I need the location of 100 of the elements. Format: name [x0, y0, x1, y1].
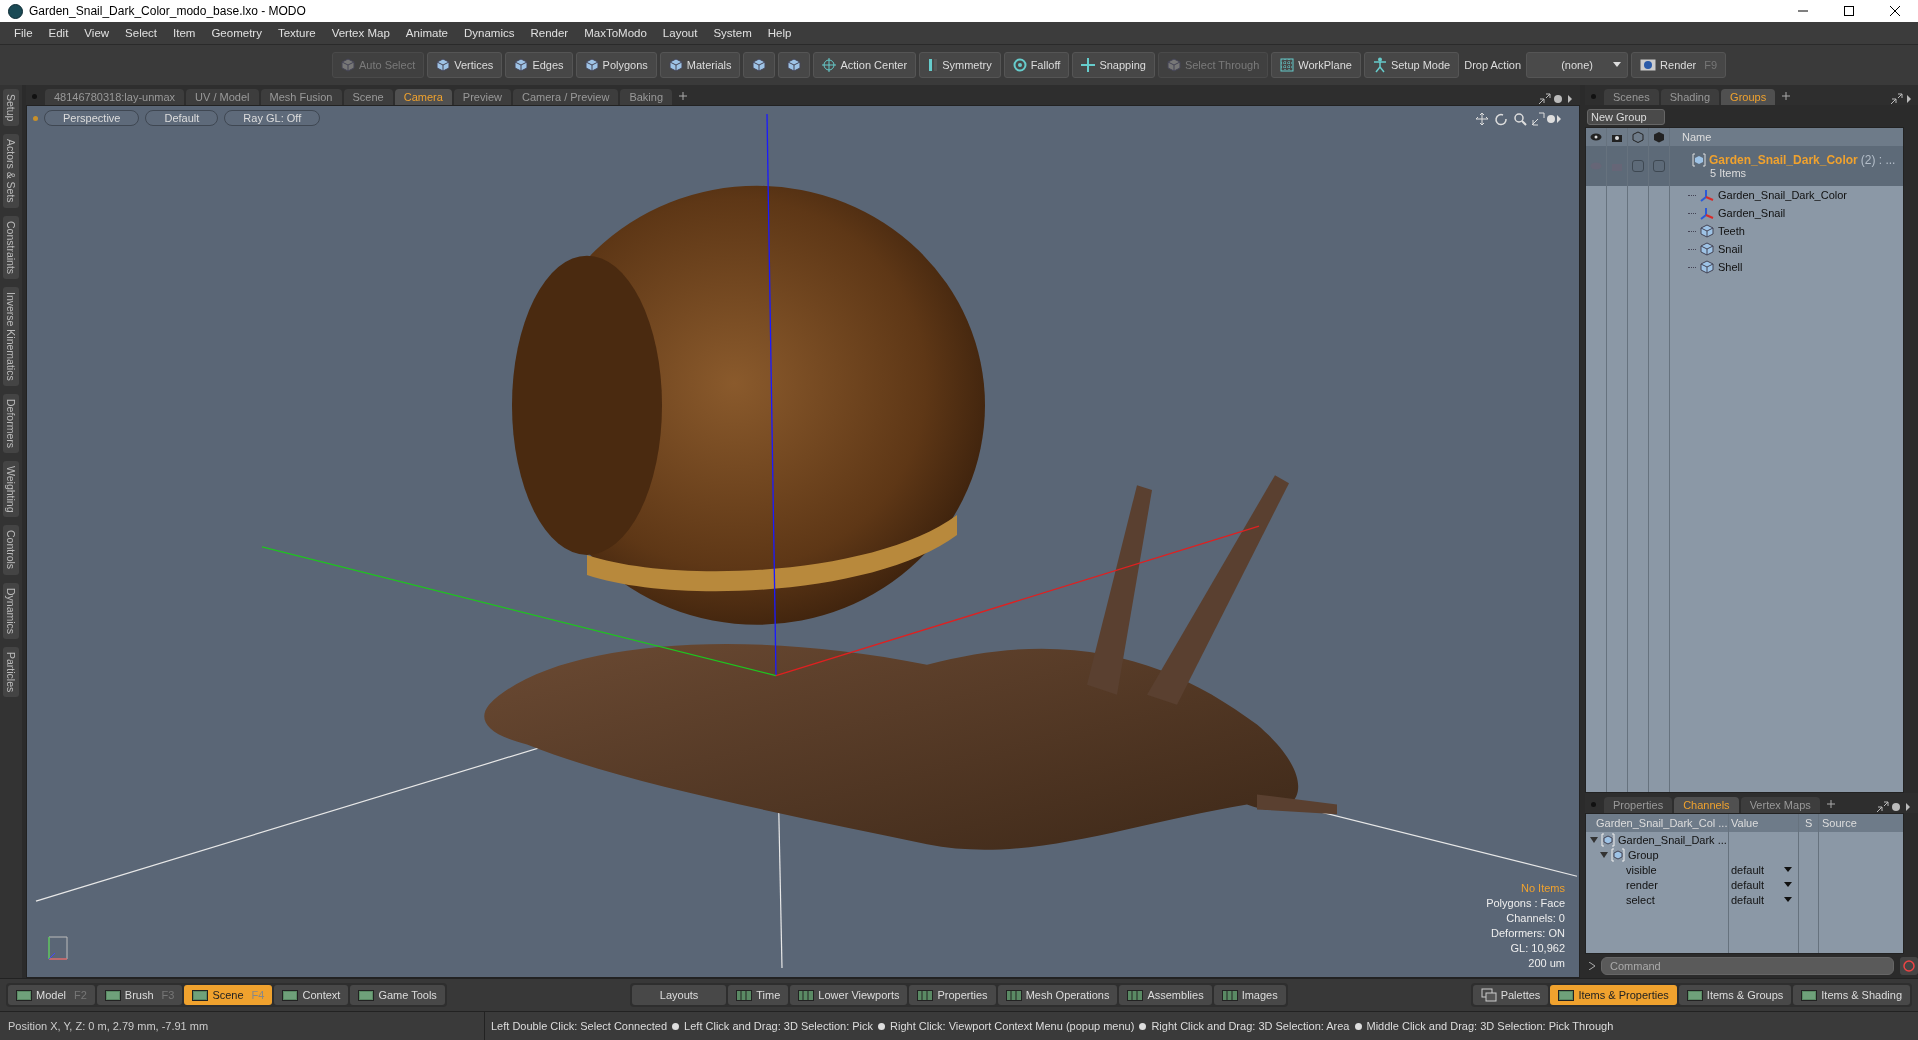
column-header[interactable]: Value	[1728, 814, 1798, 832]
side-tab[interactable]: Deformers	[3, 393, 19, 453]
panel-tab[interactable]: Shading	[1660, 89, 1720, 105]
side-tab[interactable]: Dynamics	[3, 582, 19, 639]
viewport-tab[interactable]: Camera / Preview	[512, 89, 619, 105]
viewport-tab[interactable]: Camera	[394, 89, 452, 105]
add-tab-icon[interactable]	[1825, 799, 1836, 809]
command-field[interactable]: Command	[1601, 957, 1894, 975]
layout-button[interactable]: Items & Properties	[1550, 985, 1677, 1005]
toolbar-button[interactable]: Setup Mode	[1363, 52, 1460, 78]
toolbar-button[interactable]: Falloff	[1003, 52, 1070, 78]
side-tab[interactable]: Controls	[3, 525, 19, 575]
column-header[interactable]: Source	[1818, 814, 1903, 832]
record-button[interactable]	[1900, 957, 1918, 975]
layout-button[interactable]: Items & Groups	[1678, 985, 1792, 1005]
viewport-tab[interactable]: UV / Model	[186, 89, 259, 105]
toolbar-button[interactable]: Symmetry	[919, 52, 1001, 78]
viewport-tab[interactable]: Baking	[620, 89, 672, 105]
menu-item[interactable]: Item	[165, 27, 204, 39]
channel-item-name[interactable]: Garden_Snail_Dark ...	[1618, 833, 1727, 846]
close-icon[interactable]	[1889, 5, 1901, 17]
panel-tab[interactable]: Properties	[1604, 797, 1673, 813]
viewport-tab[interactable]: Scene	[343, 89, 393, 105]
layout-button[interactable]: Properties	[909, 985, 996, 1005]
viewport-tab[interactable]: 48146780318:lay-unmax	[45, 89, 185, 105]
layout-button[interactable]: Layouts	[631, 985, 727, 1005]
panel-tab[interactable]: Groups	[1721, 89, 1776, 105]
side-tab[interactable]: Particles	[3, 646, 19, 697]
menu-item[interactable]: Help	[759, 27, 800, 39]
channel-item-name[interactable]: Group	[1628, 848, 1659, 861]
item-name[interactable]: Teeth	[1718, 225, 1745, 237]
viewport[interactable]: Perspective Default Ray GL: Off No Items Polygons : Face Channels: 0 Deformers: ON GL: 10,962 200 um	[26, 105, 1580, 978]
layout-button[interactable]: Scene F4	[184, 985, 273, 1005]
menu-item[interactable]: Vertex Map	[323, 27, 398, 39]
side-tab[interactable]: Inverse Kinematics	[3, 287, 19, 386]
side-tab[interactable]: Constraints	[3, 216, 19, 280]
item-name[interactable]: Snail	[1718, 243, 1743, 255]
menu-item[interactable]: Layout	[654, 27, 706, 39]
panel-icon	[1127, 989, 1144, 1001]
menu-item[interactable]: Geometry	[203, 27, 270, 39]
menu-item[interactable]: Texture	[269, 27, 324, 39]
add-tab-icon[interactable]	[1781, 91, 1792, 101]
new-group-button[interactable]: New Group	[1587, 109, 1665, 125]
layout-button[interactable]: Context	[274, 985, 349, 1005]
panel-tab[interactable]: Channels	[1674, 797, 1739, 813]
layout-button[interactable]: Images	[1213, 985, 1286, 1005]
side-tab[interactable]: Weighting	[3, 460, 19, 518]
layout-button[interactable]: Lower Viewports	[790, 985, 908, 1005]
panel-controls-icon[interactable]	[1876, 801, 1912, 813]
toolbar-button[interactable]: Polygons	[575, 52, 657, 78]
layout-button[interactable]: Game Tools	[350, 985, 445, 1005]
menu-item[interactable]: Edit	[40, 27, 77, 39]
panel-icon	[104, 989, 121, 1001]
menu-item[interactable]: Animate	[397, 27, 456, 39]
drop-action-dropdown[interactable]: (none)	[1526, 52, 1629, 78]
menu-item[interactable]: System	[705, 27, 760, 39]
viewport-option-button[interactable]: Default	[145, 110, 219, 126]
column-header[interactable]: S	[1798, 814, 1818, 832]
viewport-tab[interactable]: Preview	[453, 89, 511, 105]
panel-controls-icon[interactable]	[1538, 93, 1574, 105]
menu-item[interactable]: Select	[117, 27, 166, 39]
layout-button[interactable]: Palettes	[1472, 985, 1549, 1005]
navigation-controls-icon[interactable]	[1475, 112, 1561, 126]
channel-value-dropdown[interactable]: default	[1728, 862, 1798, 877]
side-tab[interactable]: Setup	[3, 89, 19, 127]
menu-item[interactable]: File	[6, 27, 41, 39]
name-column-header[interactable]: Name	[1670, 131, 1712, 143]
dot-icon	[1591, 802, 1596, 807]
viewport-option-button[interactable]: Ray GL: Off	[224, 110, 321, 126]
layout-button[interactable]: Items & Shading	[1793, 985, 1910, 1005]
toolbar-button[interactable]: Vertices	[427, 52, 503, 78]
item-name[interactable]: Garden_Snail	[1718, 207, 1786, 219]
column-header[interactable]: Garden_Snail_Dark_Col ...	[1586, 817, 1728, 829]
item-name[interactable]: Shell	[1718, 261, 1743, 273]
menu-item[interactable]: MaxToModo	[576, 27, 655, 39]
toolbar-button[interactable]: Materials	[659, 52, 741, 78]
panel-tab[interactable]: Scenes	[1604, 89, 1659, 105]
toolbar-button[interactable]: Edges	[505, 52, 573, 78]
toolbar-button[interactable]: WorkPlane	[1271, 52, 1361, 78]
menu-item[interactable]: View	[76, 27, 118, 39]
side-tab[interactable]: Actors & Sets	[3, 134, 19, 209]
viewport-tab[interactable]: Mesh Fusion	[260, 89, 342, 105]
menu-item[interactable]: Render	[522, 27, 577, 39]
toolbar-button[interactable]	[778, 52, 811, 78]
channel-value-dropdown[interactable]: default	[1728, 892, 1798, 907]
viewport-option-button[interactable]: Perspective	[44, 110, 140, 126]
layout-button[interactable]: Mesh Operations	[997, 985, 1118, 1005]
layout-button[interactable]: Assemblies	[1119, 985, 1212, 1005]
channel-value-dropdown[interactable]: default	[1728, 877, 1798, 892]
item-name[interactable]: Garden_Snail_Dark_Color	[1718, 189, 1847, 201]
panel-tab[interactable]: Vertex Maps	[1740, 797, 1820, 813]
toolbar-button[interactable]: Action Center	[813, 52, 917, 78]
toolbar-button[interactable]: Snapping	[1072, 52, 1155, 78]
caret-icon	[1784, 897, 1792, 902]
maximize-icon[interactable]	[1843, 5, 1855, 17]
menu-item[interactable]: Dynamics	[456, 27, 523, 39]
toolbar-button[interactable]	[743, 52, 776, 78]
panel-controls-icon[interactable]	[1890, 93, 1912, 105]
layout-button[interactable]: Time	[728, 985, 789, 1005]
add-tab-icon[interactable]	[678, 91, 688, 101]
